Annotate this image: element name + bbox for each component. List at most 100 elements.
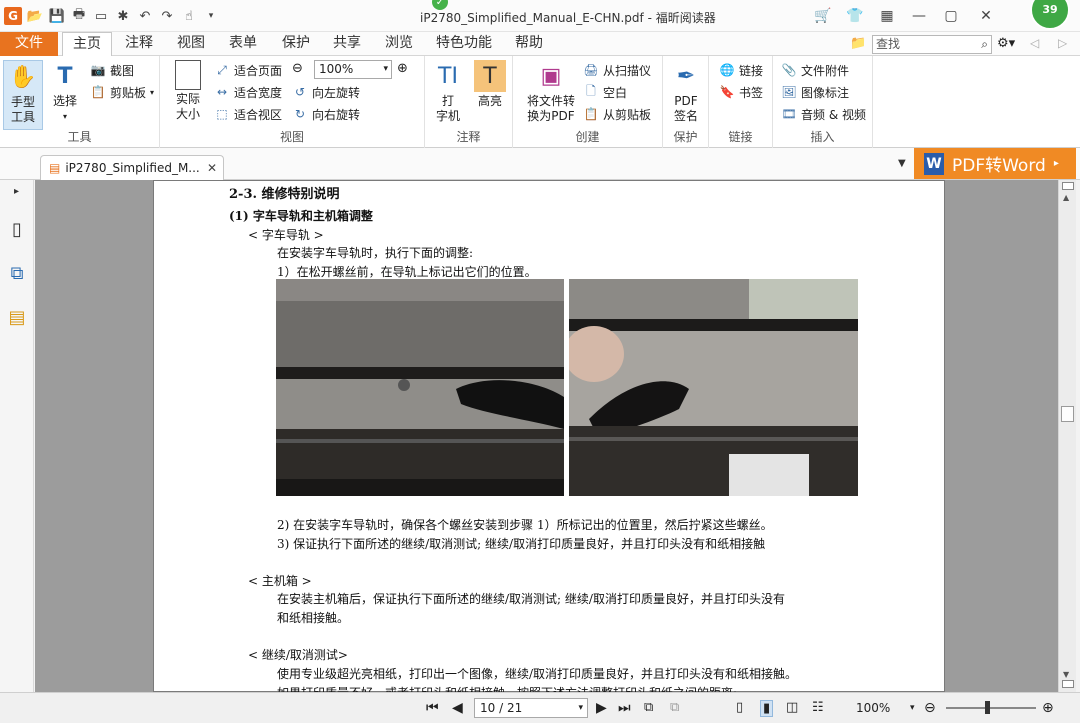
previous-page-icon[interactable]: ◀	[452, 700, 463, 716]
tab-protect[interactable]: 保护	[272, 32, 320, 56]
pages-panel-icon[interactable]: ⧉	[6, 262, 28, 284]
continuous-page-icon[interactable]: ▮	[760, 700, 774, 717]
settings-icon[interactable]: ⚙▾	[997, 36, 1015, 51]
facing-pages-icon[interactable]: ◫	[786, 700, 798, 715]
from-scanner-button[interactable]: 🖨 从扫描仪	[583, 60, 651, 80]
scroll-down-icon[interactable]: ▼	[1063, 670, 1069, 679]
file-attachment-button[interactable]: 📎 文件附件	[781, 60, 850, 80]
zoom-value: 100%	[319, 62, 354, 76]
typewriter-button[interactable]: TI 打 字机	[431, 60, 465, 124]
hand-tool-button[interactable]: ✋ 手型 工具	[3, 60, 43, 130]
minimize-icon[interactable]: —	[908, 6, 930, 26]
fit-page-button[interactable]: ⤢ 适合页面	[214, 60, 282, 80]
search-icon[interactable]: ⌕	[981, 36, 988, 53]
test-line-2: 如果打印质量不好，或者打印头和纸相接触，按照下述方法调整打印头和纸之间的距离:	[277, 684, 737, 692]
actual-size-button[interactable]: 实际 大小	[170, 60, 206, 122]
document-tab[interactable]: ▤ iP2780_Simplified_M... ✕	[40, 155, 224, 180]
zoom-dropdown-icon: ▾	[383, 64, 388, 74]
zoom-in-icon[interactable]: ⊕	[397, 61, 408, 76]
single-page-icon[interactable]: ▯	[736, 700, 743, 715]
expand-panel-icon[interactable]: ▸	[14, 186, 19, 197]
audio-video-button[interactable]: 🎞 音频 & 视频	[781, 104, 866, 124]
notification-badge[interactable]: 39	[1030, 0, 1070, 30]
comments-panel-icon[interactable]: ▤	[6, 306, 28, 328]
rotate-right-icon: ↻	[294, 107, 306, 121]
new-icon[interactable]: ✱	[114, 7, 132, 25]
hand-tool-icon[interactable]: ☝	[180, 7, 198, 25]
zoom-select[interactable]: 100% ▾	[314, 60, 392, 79]
tab-form[interactable]: 表单	[219, 32, 267, 56]
menu-file[interactable]: 文件	[0, 32, 58, 56]
properties-icon[interactable]: ▭	[92, 7, 110, 25]
scroll-up-icon[interactable]: ▲	[1063, 193, 1069, 202]
zoom-dropdown-icon[interactable]: ▾	[910, 703, 915, 713]
rotate-left-button[interactable]: ↺ 向左旋转	[292, 82, 360, 102]
tab-list-dropdown-icon[interactable]: ▼	[898, 158, 906, 169]
fit-page-label: 适合页面	[234, 63, 283, 78]
zoom-in-status-icon[interactable]: ⊕	[1042, 700, 1054, 716]
typewriter-icon: TI	[438, 63, 458, 89]
restore-ribbon-icon[interactable]: ▦	[876, 6, 898, 26]
open-icon[interactable]: 📂	[26, 7, 44, 25]
print-icon[interactable]: 🖶	[70, 7, 88, 25]
customize-qa-icon[interactable]: ▾	[202, 7, 220, 25]
page-number-input[interactable]: 10 / 21 ▾	[474, 698, 588, 718]
blank-button[interactable]: 🗋 空白	[583, 82, 627, 102]
next-page-icon[interactable]: ▶	[596, 700, 607, 716]
close-tab-icon[interactable]: ✕	[207, 161, 217, 175]
folder-search-icon[interactable]: 📁	[850, 36, 866, 51]
from-clipboard-button[interactable]: 📋 从剪贴板	[583, 104, 652, 124]
continuous-facing-icon[interactable]: ☷	[812, 700, 824, 715]
fit-width-button[interactable]: ↔ 适合宽度	[214, 82, 282, 102]
section-heading: 2-3. 维修特别说明	[229, 187, 340, 202]
bookmarks-panel-icon[interactable]: ▯	[6, 218, 28, 240]
cart-icon[interactable]: 🛒	[812, 6, 834, 26]
select-button[interactable]: T 选择 ▾	[48, 60, 82, 124]
skin-icon[interactable]: 👕	[844, 6, 866, 26]
tab-help[interactable]: 帮助	[505, 32, 553, 56]
maximize-icon[interactable]: ▢	[940, 6, 962, 26]
photo-rail-right	[569, 279, 858, 496]
link-button[interactable]: 🌐 链接	[719, 60, 764, 80]
scrollbar-thumb[interactable]	[1061, 406, 1074, 422]
tab-features[interactable]: 特色功能	[426, 32, 502, 56]
highlight-button[interactable]: T 高亮	[473, 60, 507, 109]
nav-back-icon[interactable]: ◁	[1030, 36, 1039, 50]
first-page-icon[interactable]: ⏮	[426, 700, 439, 716]
zoom-slider-knob[interactable]	[984, 701, 990, 714]
zoom-out-status-icon[interactable]: ⊖	[924, 700, 936, 716]
pdf-sign-button[interactable]: ✒ PDF 签名	[669, 60, 703, 124]
close-icon[interactable]: ✕	[972, 6, 1000, 26]
group-create: ▣ 将文件转 换为PDF 🖨 从扫描仪 🗋 空白 📋 从剪贴板 创建	[513, 56, 663, 148]
from-scanner-label: 从扫描仪	[603, 63, 652, 78]
image-annotation-button[interactable]: 🖼 图像标注	[781, 82, 849, 102]
tab-browse[interactable]: 浏览	[375, 32, 423, 56]
zoom-slider[interactable]	[946, 701, 1036, 714]
undo-icon[interactable]: ↶	[136, 7, 154, 25]
tab-home[interactable]: 主页	[62, 32, 112, 57]
last-page-icon[interactable]: ⏭	[618, 700, 631, 716]
document-view[interactable]: 2-3. 维修特别说明 (1) 字车导轨和主机箱调整 < 字车导轨 > 在安装字…	[35, 180, 1058, 692]
zoom-out-icon[interactable]: ⊖	[292, 61, 303, 76]
save-icon[interactable]: 💾	[48, 7, 66, 25]
fit-visible-button[interactable]: ⬚ 适合视区	[214, 104, 282, 124]
redo-icon[interactable]: ↷	[158, 7, 176, 25]
vertical-scrollbar[interactable]: ▲ ▼	[1058, 180, 1076, 692]
previous-view-icon[interactable]: ⧉	[644, 700, 653, 715]
search-input[interactable]: 查找 ⌕	[872, 35, 992, 54]
tab-view[interactable]: 视图	[167, 32, 215, 56]
page-down-button[interactable]	[1062, 680, 1074, 688]
next-view-icon[interactable]: ⧉	[670, 700, 679, 715]
tab-comment[interactable]: 注释	[115, 32, 163, 56]
convert-to-pdf-button[interactable]: ▣ 将文件转 换为PDF	[523, 60, 579, 124]
nav-forward-icon[interactable]: ▷	[1058, 36, 1067, 50]
rotate-right-button[interactable]: ↻ 向右旋转	[292, 104, 360, 124]
clipboard-button[interactable]: 📋 剪贴板 ▾	[90, 82, 155, 102]
tab-share[interactable]: 共享	[323, 32, 371, 56]
group-protect: ✒ PDF 签名 保护	[663, 56, 709, 148]
bookmark-button[interactable]: 🔖 书签	[719, 82, 764, 102]
pdf-to-word-button[interactable]: W PDF转Word ▸	[914, 148, 1076, 179]
screenshot-button[interactable]: 📷 截图	[90, 60, 135, 80]
page-up-button[interactable]	[1062, 182, 1074, 190]
box-line-2: 和纸相接触。	[277, 611, 350, 625]
